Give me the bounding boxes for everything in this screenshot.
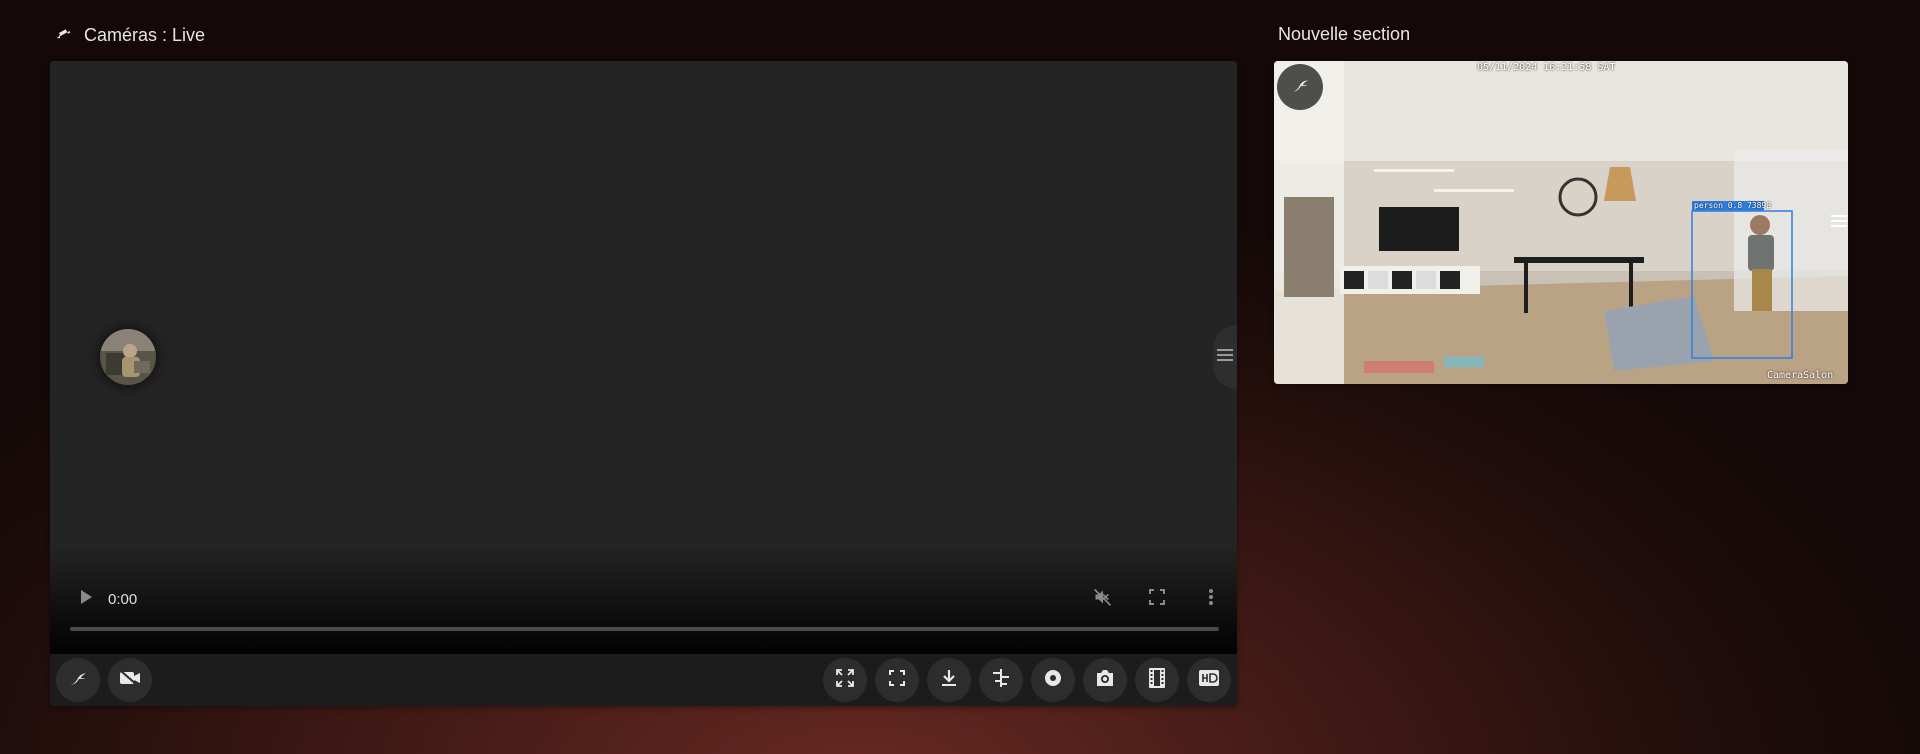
camera-select-button[interactable] — [108, 658, 152, 702]
detection-label: person 0.8 73898 — [1694, 201, 1772, 210]
record-button[interactable] — [1031, 658, 1075, 702]
frigate-icon — [1289, 74, 1311, 101]
side-drawer-handle[interactable] — [1213, 325, 1237, 389]
hd-icon — [1199, 669, 1219, 691]
snapshot-button[interactable] — [1083, 658, 1127, 702]
download-icon — [941, 669, 957, 692]
live-camera-card: 0:00 — [50, 61, 1237, 706]
video-camera-icon — [119, 669, 141, 691]
fullscreen-button[interactable] — [875, 658, 919, 702]
video-controls: 0:00 — [50, 581, 1237, 617]
play-icon — [79, 589, 93, 610]
menu-icon — [1831, 214, 1847, 232]
timeline-icon — [991, 668, 1011, 692]
volume-off-icon — [1093, 587, 1113, 612]
snapshot-timestamp: 05/11/2024 16:21:58 SAT — [1477, 62, 1616, 73]
hd-button[interactable] — [1187, 658, 1231, 702]
mute-button[interactable] — [1083, 587, 1123, 612]
preview-menu-button[interactable] — [1830, 215, 1848, 231]
camera-toolbar — [50, 654, 1237, 706]
video-player[interactable]: 0:00 — [50, 61, 1237, 654]
play-button[interactable] — [66, 589, 106, 610]
clips-button[interactable] — [1135, 658, 1179, 702]
camera-thumbnail-avatar[interactable] — [100, 329, 156, 385]
record-icon — [1044, 669, 1062, 692]
preview-frigate-button[interactable] — [1277, 64, 1323, 110]
video-more-button[interactable] — [1191, 588, 1231, 610]
download-button[interactable] — [927, 658, 971, 702]
camera-name-label: CameraSalon — [1767, 370, 1834, 381]
camera-preview-card[interactable]: 05/11/2024 16:21:58 SAT person 0.8 73898… — [1274, 61, 1848, 384]
menu-icon — [1217, 348, 1233, 366]
video-fullscreen-button[interactable] — [1137, 588, 1177, 610]
camera-snapshot-image — [1274, 61, 1848, 384]
frigate-button[interactable] — [56, 658, 100, 702]
section-title-cameras-live: Caméras : Live — [56, 24, 205, 47]
expand-icon — [836, 668, 854, 692]
section-title-nouvelle-section: Nouvelle section — [1278, 24, 1410, 45]
video-time: 0:00 — [108, 590, 138, 608]
frigate-icon — [67, 667, 89, 694]
film-strip-icon — [1149, 667, 1165, 693]
fullscreen-icon — [1149, 588, 1165, 610]
section-title-text: Nouvelle section — [1278, 24, 1411, 44]
timeline-button[interactable] — [979, 658, 1023, 702]
camera-snapshot-icon — [1095, 669, 1115, 692]
expand-button[interactable] — [823, 658, 867, 702]
section-title-text: Caméras : Live — [84, 25, 206, 45]
video-progress-bar[interactable] — [70, 627, 1219, 631]
more-vertical-icon — [1209, 588, 1213, 610]
fullscreen-icon — [889, 669, 905, 691]
cctv-icon — [56, 24, 74, 47]
